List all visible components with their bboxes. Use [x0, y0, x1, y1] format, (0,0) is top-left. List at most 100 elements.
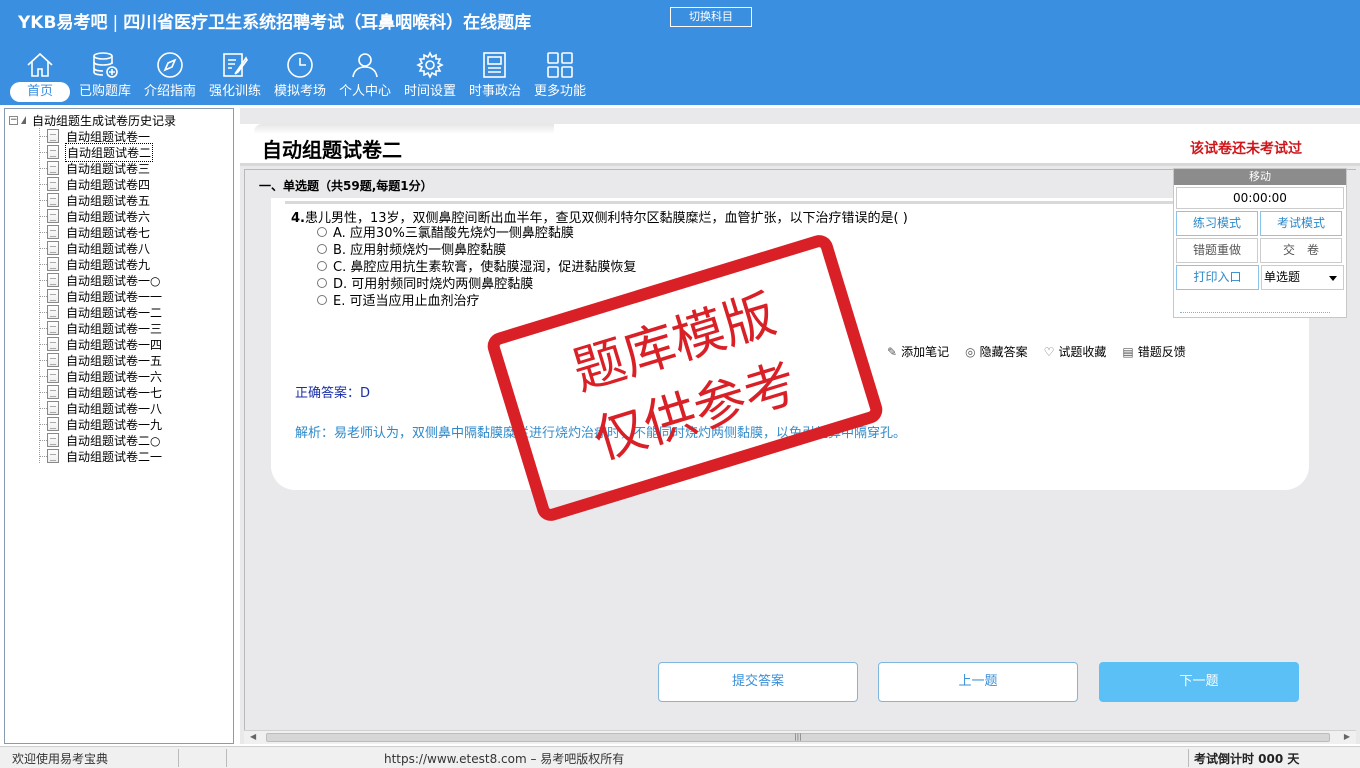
nav-profile[interactable]: 个人中心	[333, 48, 397, 104]
horizontal-scrollbar[interactable]: ◀ ||| ▶	[244, 730, 1356, 744]
practice-mode-button[interactable]: 练习模式	[1176, 211, 1258, 236]
prev-question-button[interactable]: 上一题	[878, 662, 1078, 702]
document-icon	[47, 417, 59, 431]
collapse-icon[interactable]: −	[9, 115, 18, 125]
document-icon	[47, 273, 59, 287]
feedback-button[interactable]: ▤ 错题反馈	[1122, 343, 1185, 360]
radio-button[interactable]	[317, 243, 327, 254]
tree-item[interactable]: 自动组题试卷一九	[39, 416, 163, 432]
nav-time-settings[interactable]: 时间设置	[398, 48, 462, 104]
tree-item[interactable]: 自动组题试卷五	[39, 192, 163, 208]
tree-item[interactable]: 自动组题试卷六	[39, 208, 163, 224]
document-icon	[47, 337, 59, 351]
document-icon	[47, 321, 59, 335]
scrollbar-thumb[interactable]: |||	[266, 733, 1330, 742]
question-number: 4.	[291, 211, 305, 226]
document-icon	[47, 257, 59, 271]
tree-item-label: 自动组题试卷六	[66, 209, 151, 224]
tree-root[interactable]: − 自动组题生成试卷历史记录	[9, 112, 176, 128]
print-button[interactable]: 打印入口	[1176, 265, 1259, 290]
nav-mock-exam[interactable]: 模拟考场	[268, 48, 332, 104]
scroll-left-icon[interactable]: ◀	[250, 732, 256, 741]
app-header: YKB易考吧 | 四川省医疗卫生系统招聘考试（耳鼻咽喉科）在线题库 切换科目 首页 …	[0, 0, 1360, 105]
section-title: 一、单选题（共59题,每题1分）	[259, 179, 433, 193]
move-handle[interactable]: 移动	[1174, 169, 1346, 185]
heart-icon: ♡	[1043, 344, 1055, 359]
scroll-right-icon[interactable]: ▶	[1344, 732, 1350, 741]
hand-in-button[interactable]: 交 卷	[1260, 238, 1342, 263]
tree-item[interactable]: 自动组题试卷二	[39, 142, 163, 162]
tree-item[interactable]: 自动组题试卷二一	[39, 448, 163, 464]
news-icon	[463, 48, 527, 82]
document-icon	[47, 449, 59, 463]
next-question-button[interactable]: 下一题	[1099, 662, 1299, 702]
page-title: 自动组题试卷二	[262, 138, 402, 162]
radio-button[interactable]	[317, 277, 327, 288]
tree-item[interactable]: 自动组题试卷四	[39, 176, 163, 192]
option-c[interactable]: C. 鼻腔应用抗生素软膏，使黏膜湿润，促进黏膜恢复	[317, 257, 636, 275]
option-a[interactable]: A. 应用30%三氯醋酸先烧灼一侧鼻腔黏膜	[317, 223, 636, 241]
tree-item[interactable]: 自动组题试卷一一	[39, 288, 163, 304]
copyright-text: https://www.etest8.com – 易考吧版权所有	[384, 752, 625, 766]
tree-item[interactable]: 自动组题试卷一二	[39, 304, 163, 320]
document-icon	[47, 305, 59, 319]
eye-icon: ◎	[965, 344, 976, 359]
welcome-text: 欢迎使用易考宝典	[12, 752, 109, 766]
tree-item-label: 自动组题试卷一二	[66, 305, 163, 320]
radio-button[interactable]	[317, 260, 327, 271]
tree-item[interactable]: 自动组题试卷一七	[39, 384, 163, 400]
question-actions: ✎ 添加笔记 ◎ 隐藏答案 ♡ 试题收藏 ▤ 错题反馈	[887, 343, 1202, 360]
document-icon	[47, 145, 59, 159]
tree-item[interactable]: 自动组题试卷一三	[39, 320, 163, 336]
add-note-button[interactable]: ✎ 添加笔记	[887, 343, 949, 360]
exam-tool-panel: 移动 00:00:00 练习模式 考试模式 错题重做 交 卷 打印入口 单选题	[1173, 168, 1347, 318]
folder-triangle-icon	[21, 116, 26, 124]
document-icon	[47, 161, 59, 175]
nav-purchased[interactable]: 已购题库	[73, 48, 137, 104]
tree-item[interactable]: 自动组题试卷七	[39, 224, 163, 240]
edit-icon	[203, 48, 267, 82]
tree-item[interactable]: 自动组题试卷九	[39, 256, 163, 272]
tree-item[interactable]: 自动组题试卷一五	[39, 352, 163, 368]
nav-guide[interactable]: 介绍指南	[138, 48, 202, 104]
exam-mode-button[interactable]: 考试模式	[1260, 211, 1342, 236]
nav-home[interactable]: 首页	[8, 48, 72, 104]
tree-item-label: 自动组题试卷一八	[66, 401, 163, 416]
switch-subject-button[interactable]: 切换科目	[670, 7, 752, 27]
tree-item[interactable]: 自动组题试卷二○	[39, 432, 163, 448]
hide-answer-button[interactable]: ◎ 隐藏答案	[965, 343, 1028, 360]
radio-button[interactable]	[317, 294, 327, 305]
exam-timer: 00:00:00	[1176, 187, 1344, 209]
radio-button[interactable]	[317, 226, 327, 237]
title-bar: 自动组题试卷二 该试卷还未考试过	[240, 124, 1360, 166]
option-d[interactable]: D. 可用射频同时烧灼两侧鼻腔黏膜	[317, 274, 636, 292]
favorite-button[interactable]: ♡ 试题收藏	[1044, 343, 1107, 360]
tree-item[interactable]: 自动组题试卷八	[39, 240, 163, 256]
tree-item[interactable]: 自动组题试卷一四	[39, 336, 163, 352]
submit-answer-button[interactable]: 提交答案	[658, 662, 858, 702]
nav-training[interactable]: 强化训练	[203, 48, 267, 104]
correct-answer: 正确答案：D	[295, 386, 371, 401]
nav-more[interactable]: 更多功能	[528, 48, 592, 104]
tree-item[interactable]: 自动组题试卷三	[39, 160, 163, 176]
document-icon	[47, 289, 59, 303]
tree-item[interactable]: 自动组题试卷一六	[39, 368, 163, 384]
app-title: 四川省医疗卫生系统招聘考试（耳鼻咽喉科）在线题库	[123, 13, 532, 33]
tree-item[interactable]: 自动组题试卷一○	[39, 272, 163, 288]
document-icon	[47, 129, 59, 143]
document-icon	[47, 369, 59, 383]
document-icon	[47, 177, 59, 191]
tree-item-label: 自动组题试卷一七	[66, 385, 163, 400]
redo-wrong-button[interactable]: 错题重做	[1176, 238, 1258, 263]
status-bar: 欢迎使用易考宝典 https://www.etest8.com – 易考吧版权所…	[0, 746, 1360, 768]
tree-item[interactable]: 自动组题试卷一八	[39, 400, 163, 416]
document-icon	[47, 401, 59, 415]
user-icon	[333, 48, 397, 82]
option-b[interactable]: B. 应用射频烧灼一侧鼻腔黏膜	[317, 240, 636, 258]
logo-text: YKB易考吧	[18, 13, 108, 33]
question-type-select[interactable]: 单选题	[1260, 265, 1344, 290]
tree-item-label: 自动组题试卷一一	[66, 289, 163, 304]
tree-item-label: 自动组题试卷一三	[66, 321, 163, 336]
database-icon	[73, 48, 137, 82]
nav-current-affairs[interactable]: 时事政治	[463, 48, 527, 104]
